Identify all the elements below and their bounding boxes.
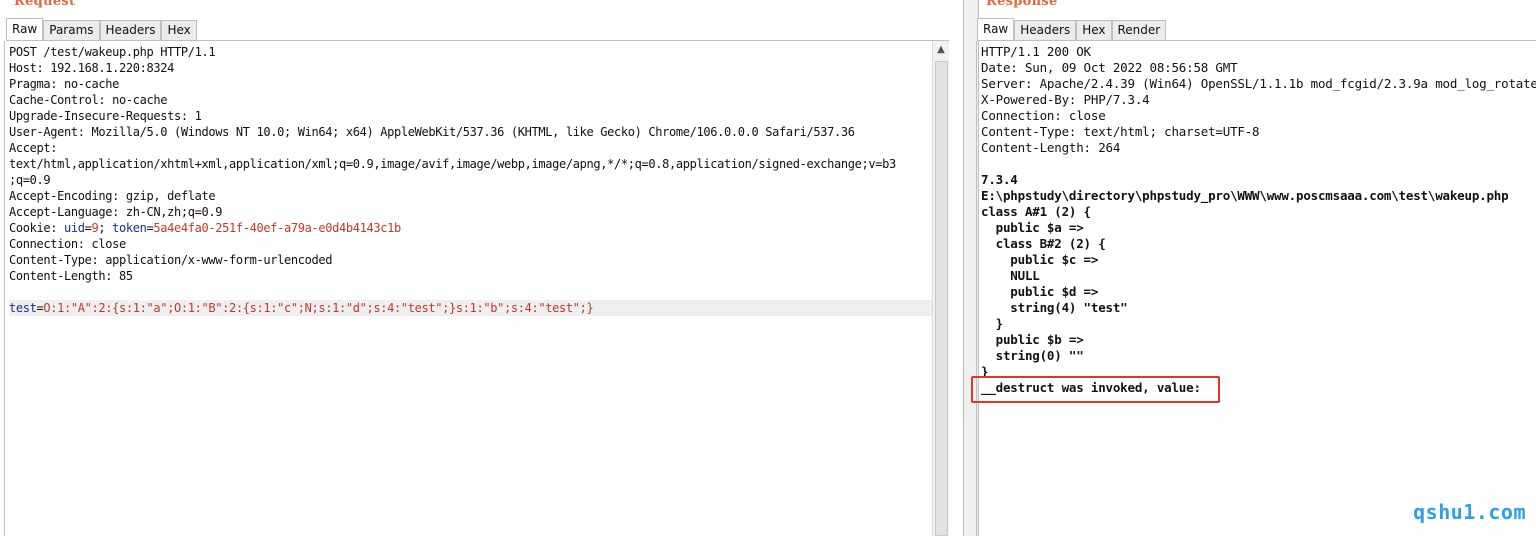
request-tabbar: Raw Params Headers Hex	[6, 18, 197, 40]
request-tab-headers[interactable]: Headers	[99, 20, 162, 40]
response-tab-raw[interactable]: Raw	[977, 18, 1015, 40]
cookie-uid-name: uid	[64, 221, 85, 235]
request-line: Content-Type: application/x-www-form-url…	[9, 253, 333, 267]
request-line: Connection: close	[9, 237, 126, 251]
cookie-token-name: token	[112, 221, 147, 235]
request-tab-params[interactable]: Params	[43, 20, 100, 40]
response-header-line: HTTP/1.1 200 OK	[981, 44, 1091, 59]
cookie-eq: =	[84, 221, 92, 235]
cookie-token-value: 5a4e4fa0-251f-40ef-a79a-e0d4b4143c1b	[153, 221, 401, 235]
response-tab-headers[interactable]: Headers	[1014, 20, 1077, 40]
request-blank-line	[9, 284, 933, 300]
request-line: Upgrade-Insecure-Requests: 1	[9, 109, 202, 123]
response-title: Response	[986, 0, 1058, 9]
response-tab-render[interactable]: Render	[1111, 20, 1167, 40]
response-body-line: string(0) ""	[981, 348, 1084, 363]
cookie-sep: ;	[98, 221, 113, 235]
request-title: Request	[14, 0, 76, 9]
request-editor[interactable]: POST /test/wakeup.php HTTP/1.1 Host: 192…	[4, 41, 933, 536]
watermark: qshu1.com	[1413, 500, 1526, 524]
request-line: Host: 192.168.1.220:8324	[9, 61, 174, 75]
cookie-line: Cookie: uid=9; token=5a4e4fa0-251f-40ef-…	[9, 220, 933, 236]
request-tab-raw[interactable]: Raw	[6, 18, 44, 40]
request-line: Content-Length: 85	[9, 269, 133, 283]
request-line: POST /test/wakeup.php HTTP/1.1	[9, 45, 216, 59]
request-line: Accept:	[9, 141, 58, 155]
request-line: Accept-Language: zh-CN,zh;q=0.9	[9, 205, 223, 219]
response-editor[interactable]: HTTP/1.1 200 OK Date: Sun, 09 Oct 2022 0…	[976, 41, 1536, 536]
body-param-value: O:1:"A":2:{s:1:"a";O:1:"B":2:{s:1:"c";N;…	[43, 301, 594, 315]
body-param-name: test	[9, 301, 37, 315]
response-blank-line	[981, 156, 1536, 172]
request-line: text/html,application/xhtml+xml,applicat…	[9, 157, 896, 171]
request-line: ;q=0.9	[9, 173, 51, 187]
request-body-line: test=O:1:"A":2:{s:1:"a";O:1:"B":2:{s:1:"…	[9, 300, 933, 316]
request-lines: POST /test/wakeup.php HTTP/1.1 Host: 192…	[9, 44, 933, 316]
response-header-line: Content-Length: 264	[981, 140, 1121, 155]
response-body-line: public $a =>	[981, 220, 1084, 235]
highlight-box	[971, 376, 1220, 403]
response-tab-hex[interactable]: Hex	[1076, 20, 1112, 40]
response-lines: HTTP/1.1 200 OK Date: Sun, 09 Oct 2022 0…	[981, 44, 1536, 396]
cookie-prefix: Cookie:	[9, 221, 64, 235]
response-header-line: Server: Apache/2.4.39 (Win64) OpenSSL/1.…	[981, 76, 1536, 91]
request-scroll-thumb[interactable]	[935, 61, 948, 536]
response-body-line: }	[981, 316, 1004, 331]
request-scrollbar[interactable]: ▲	[932, 41, 949, 536]
response-body-line: NULL	[981, 268, 1040, 283]
request-line: Pragma: no-cache	[9, 77, 119, 91]
response-body-line: public $c =>	[981, 252, 1099, 267]
response-tabbar: Raw Headers Hex Render	[977, 18, 1167, 40]
request-tab-hex[interactable]: Hex	[161, 20, 197, 40]
request-line: Accept-Encoding: gzip, deflate	[9, 189, 216, 203]
response-header-line: Connection: close	[981, 108, 1106, 123]
scroll-up-icon[interactable]: ▲	[933, 43, 949, 57]
response-body-line: string(4) "test"	[981, 300, 1128, 315]
request-line: Cache-Control: no-cache	[9, 93, 168, 107]
response-header-line: Content-Type: text/html; charset=UTF-8	[981, 124, 1260, 139]
request-line: User-Agent: Mozilla/5.0 (Windows NT 10.0…	[9, 125, 855, 139]
response-header-line: X-Powered-By: PHP/7.3.4	[981, 92, 1150, 107]
response-body-line: 7.3.4	[981, 172, 1018, 187]
response-body-line: public $b =>	[981, 332, 1084, 347]
response-body-line: class B#2 (2) {	[981, 236, 1106, 251]
response-body-line: class A#1 (2) {	[981, 204, 1091, 219]
response-body-line: public $d =>	[981, 284, 1099, 299]
response-body-line: E:\phpstudy\directory\phpstudy_pro\WWW\w…	[981, 188, 1509, 203]
response-header-line: Date: Sun, 09 Oct 2022 08:56:58 GMT	[981, 60, 1238, 75]
